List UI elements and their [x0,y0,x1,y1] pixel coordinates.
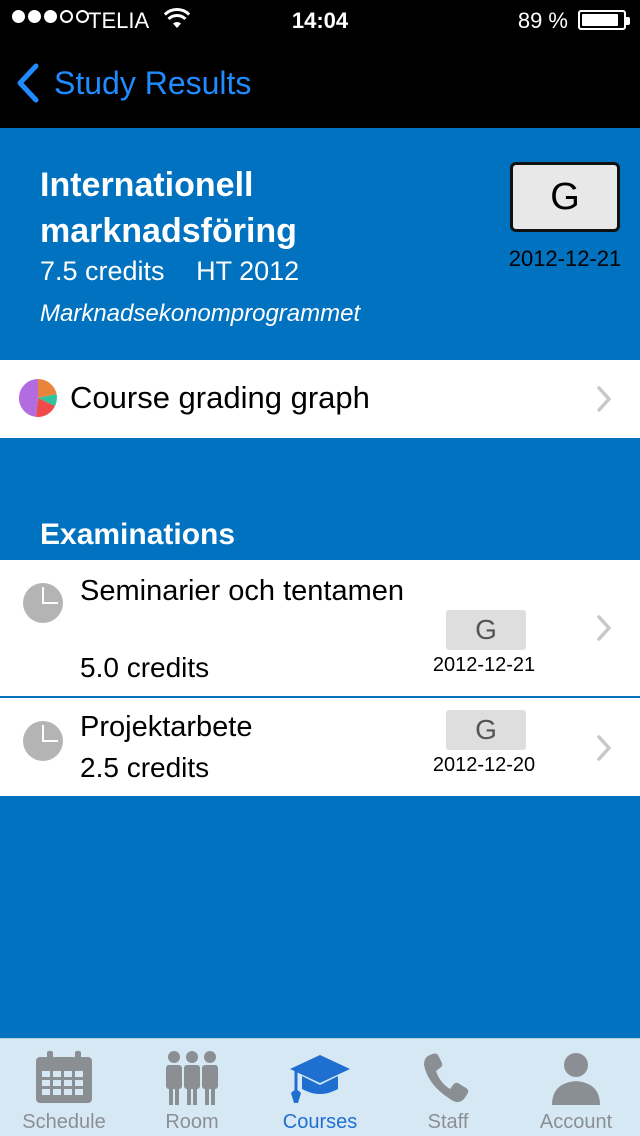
chevron-right-icon [597,386,611,412]
course-header: Internationell marknadsföring 7.5 credit… [0,128,640,360]
course-meta: 7.5 credits HT 2012 [40,256,299,287]
back-label: Study Results [54,64,252,101]
tab-courses[interactable]: Courses [256,1039,384,1136]
exam-date: 2012-12-20 [432,754,536,776]
tab-bar: Schedule Room Courses Staff Account [0,1038,640,1136]
exam-row[interactable]: Seminarier och tentamen 5.0 credits G 20… [0,560,640,696]
battery-fill [582,14,618,26]
tab-staff[interactable]: Staff [384,1039,512,1136]
exam-credits: 5.0 credits [80,652,210,683]
exam-credits: 2.5 credits [80,752,210,783]
tab-label: Staff [427,1111,469,1133]
pie-chart-icon [19,379,57,417]
people-icon [166,1051,218,1105]
exam-date: 2012-12-21 [432,654,536,676]
clock-icon [23,583,63,623]
exam-title: Seminarier och tentamen [80,575,404,607]
chevron-left-icon [17,63,39,103]
course-grade-date: 2012-12-21 [508,246,622,271]
tab-label: Account [539,1111,613,1133]
navigation-bar: Study Results [0,40,640,128]
course-grading-graph-label: Course grading graph [70,380,370,415]
graduation-cap-icon [290,1055,350,1103]
course-grade-badge: G [510,162,620,232]
exam-title: Projektarbete [80,711,253,743]
clock-icon [23,721,63,761]
battery-nub [626,17,630,25]
tab-room[interactable]: Room [128,1039,256,1136]
tab-label: Room [165,1111,219,1133]
tab-account[interactable]: Account [512,1039,640,1136]
back-button[interactable]: Study Results [14,62,251,104]
battery-percent: 89 % [517,8,568,33]
phone-icon [424,1053,469,1102]
chevron-right-icon [597,615,611,641]
course-term: HT 2012 [196,256,300,286]
calendar-icon [36,1051,92,1103]
course-program: Marknadsekonomprogrammet [40,300,361,327]
battery-icon [578,10,630,30]
tab-schedule[interactable]: Schedule [0,1039,128,1136]
chevron-right-icon [597,735,611,761]
tab-label: Courses [282,1111,358,1133]
person-icon [552,1053,600,1105]
exam-row[interactable]: Projektarbete 2.5 credits G 2012-12-20 [0,698,640,796]
tab-label: Schedule [22,1111,106,1133]
examinations-heading: Examinations [40,518,236,551]
course-grading-graph-row[interactable]: Course grading graph [0,360,640,438]
course-name: Internationell marknadsföring [40,166,297,250]
exam-grade-badge: G [446,610,526,650]
exam-grade-badge: G [446,710,526,750]
status-bar: TELIA 14:04 89 % [0,0,640,40]
course-credits: 7.5 credits [40,256,165,286]
top-bar: TELIA 14:04 89 % Study Results [0,0,640,128]
